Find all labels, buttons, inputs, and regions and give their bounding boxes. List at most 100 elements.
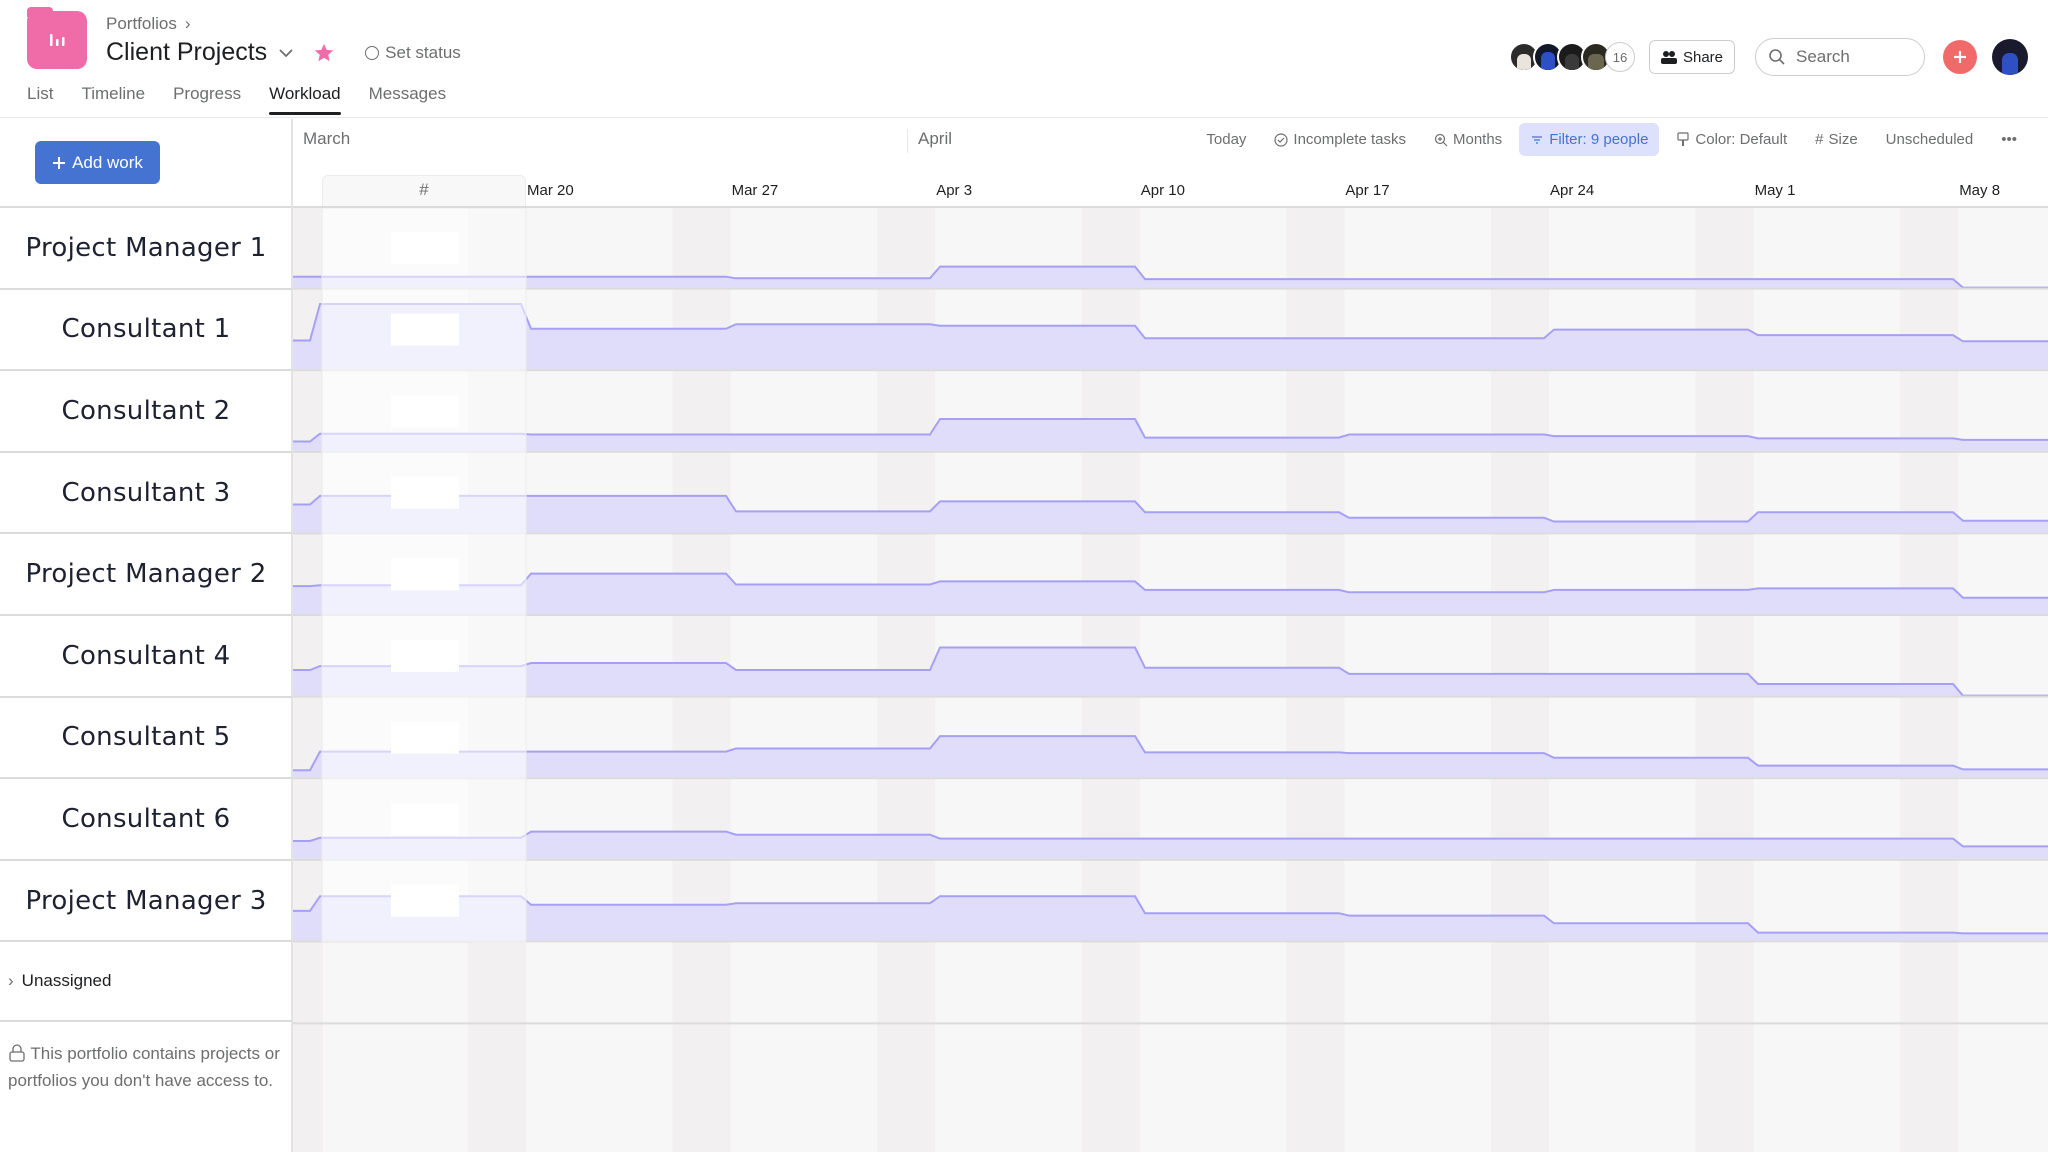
tab-list[interactable]: List	[27, 84, 53, 114]
hash-cell[interactable]	[391, 395, 459, 428]
share-label: Share	[1682, 48, 1723, 66]
color-label: Color: Default	[1695, 131, 1788, 148]
view-controls: Today Incomplete tasks Months Filter: 9 …	[1195, 123, 2028, 156]
plus-icon	[53, 156, 66, 169]
workload-row[interactable]	[293, 895, 2048, 943]
workload-area	[293, 304, 2048, 370]
row-divider	[293, 532, 2048, 535]
hash-cell[interactable]	[391, 558, 459, 591]
hash-cell[interactable]	[391, 884, 459, 917]
today-button[interactable]: Today	[1195, 123, 1257, 156]
portfolio-icon	[27, 7, 87, 69]
hash-cell[interactable]	[391, 232, 459, 264]
people-list: Project Manager 1 Consultant 1 Consultant …	[0, 208, 292, 943]
person-row-label[interactable]: Consultant 6	[0, 779, 292, 861]
lock-icon	[9, 1044, 25, 1062]
workload-row[interactable]	[293, 646, 2048, 698]
week-label: Mar 20	[527, 182, 574, 199]
size-button[interactable]: # Size	[1804, 123, 1869, 156]
tab-messages[interactable]: Messages	[369, 84, 446, 114]
person-row-label[interactable]: Project Manager 3	[0, 861, 292, 943]
person-row-label[interactable]: Consultant 2	[0, 371, 292, 453]
status-circle-icon	[365, 45, 380, 60]
row-divider	[293, 940, 2048, 943]
person-row-label[interactable]: Project Manager 1	[0, 208, 292, 290]
user-avatar[interactable]	[1992, 39, 2028, 75]
size-label: Size	[1828, 131, 1858, 148]
today-label: Today	[1206, 131, 1247, 148]
set-status-button[interactable]: Set status	[365, 43, 461, 63]
chevron-right-icon: ›	[8, 971, 14, 990]
unassigned-label: Unassigned	[21, 971, 112, 990]
person-row-label[interactable]: Consultant 4	[0, 616, 292, 698]
breadcrumb-portfolios[interactable]: Portfolios	[106, 14, 177, 34]
page-header: Portfolios › Client Projects Set status …	[0, 0, 2048, 118]
workload-area	[293, 831, 2048, 859]
member-count[interactable]: 16	[1604, 42, 1635, 72]
hash-cell[interactable]	[391, 313, 459, 346]
chevron-down-icon[interactable]	[277, 44, 295, 62]
workload-row[interactable]	[293, 830, 2048, 861]
workload-row[interactable]	[293, 265, 2048, 290]
row-divider	[293, 858, 2048, 861]
set-status-label: Set status	[385, 42, 461, 62]
tab-workload[interactable]: Workload	[269, 84, 341, 115]
row-divider	[293, 450, 2048, 453]
incomplete-tasks-label: Incomplete tasks	[1293, 131, 1406, 148]
member-avatars[interactable]: 16	[1508, 42, 1635, 72]
week-label: Apr 17	[1345, 182, 1390, 199]
filter-icon	[1532, 135, 1543, 144]
tab-progress[interactable]: Progress	[173, 84, 241, 114]
view-tabs: List Timeline Progress Workload Messages	[27, 84, 474, 115]
row-divider	[293, 695, 2048, 698]
hash-cell[interactable]	[391, 476, 459, 509]
workload-row[interactable]	[293, 418, 2048, 453]
person-row-label[interactable]: Consultant 5	[0, 698, 292, 780]
create-button[interactable]	[1943, 40, 1977, 74]
paint-brush-icon	[1677, 131, 1690, 146]
add-work-label: Add work	[72, 152, 143, 172]
week-label: Mar 27	[731, 182, 779, 199]
workload-row[interactable]	[293, 735, 2048, 780]
hash-icon: #	[1815, 131, 1824, 148]
hash-cell[interactable]	[391, 640, 459, 672]
breadcrumb[interactable]: Portfolios ›	[106, 14, 191, 34]
month-label: March	[292, 129, 350, 153]
workload-row[interactable]	[293, 494, 2048, 535]
hash-cell[interactable]	[391, 803, 459, 836]
workload-row[interactable]	[293, 303, 2048, 372]
add-work-button[interactable]: Add work	[35, 141, 160, 184]
row-divider	[293, 614, 2048, 616]
months-label: Months	[1452, 131, 1503, 148]
hash-cell[interactable]	[391, 721, 459, 754]
unassigned-group[interactable]: › Unassigned	[0, 942, 292, 1022]
week-label: Apr 3	[936, 182, 973, 199]
tab-timeline[interactable]: Timeline	[81, 84, 145, 114]
person-row-label[interactable]: Project Manager 2	[0, 534, 292, 616]
star-icon[interactable]	[313, 42, 335, 64]
unscheduled-label: Unscheduled	[1885, 131, 1974, 148]
person-row-label[interactable]: Consultant 3	[0, 453, 292, 535]
row-divider	[293, 1022, 2048, 1025]
person-row-label[interactable]: Consultant 1	[0, 290, 292, 372]
zoom-months-button[interactable]: Months	[1423, 123, 1513, 156]
search-icon	[1769, 49, 1785, 65]
page-title: Client Projects	[106, 38, 268, 66]
color-button[interactable]: Color: Default	[1665, 123, 1798, 156]
workload-chart-svg	[293, 208, 2048, 1152]
search-input[interactable]: Search	[1755, 38, 1925, 76]
row-divider	[293, 777, 2048, 780]
unscheduled-button[interactable]: Unscheduled	[1875, 123, 1985, 156]
plus-icon	[1954, 51, 1966, 63]
check-circle-icon	[1274, 132, 1289, 147]
incomplete-tasks-button[interactable]: Incomplete tasks	[1263, 123, 1417, 156]
header-actions: 16 Share Search	[1508, 38, 2028, 76]
filter-label: Filter: 9 people	[1549, 131, 1649, 148]
ellipsis-icon: •••	[2001, 131, 2017, 148]
share-button[interactable]: Share	[1648, 40, 1735, 74]
title-row: Client Projects Set status	[106, 38, 461, 67]
more-options-button[interactable]: •••	[1990, 123, 2028, 156]
workload-row[interactable]	[293, 572, 2048, 616]
filter-button[interactable]: Filter: 9 people	[1519, 123, 1660, 156]
week-label: Apr 24	[1550, 182, 1595, 199]
